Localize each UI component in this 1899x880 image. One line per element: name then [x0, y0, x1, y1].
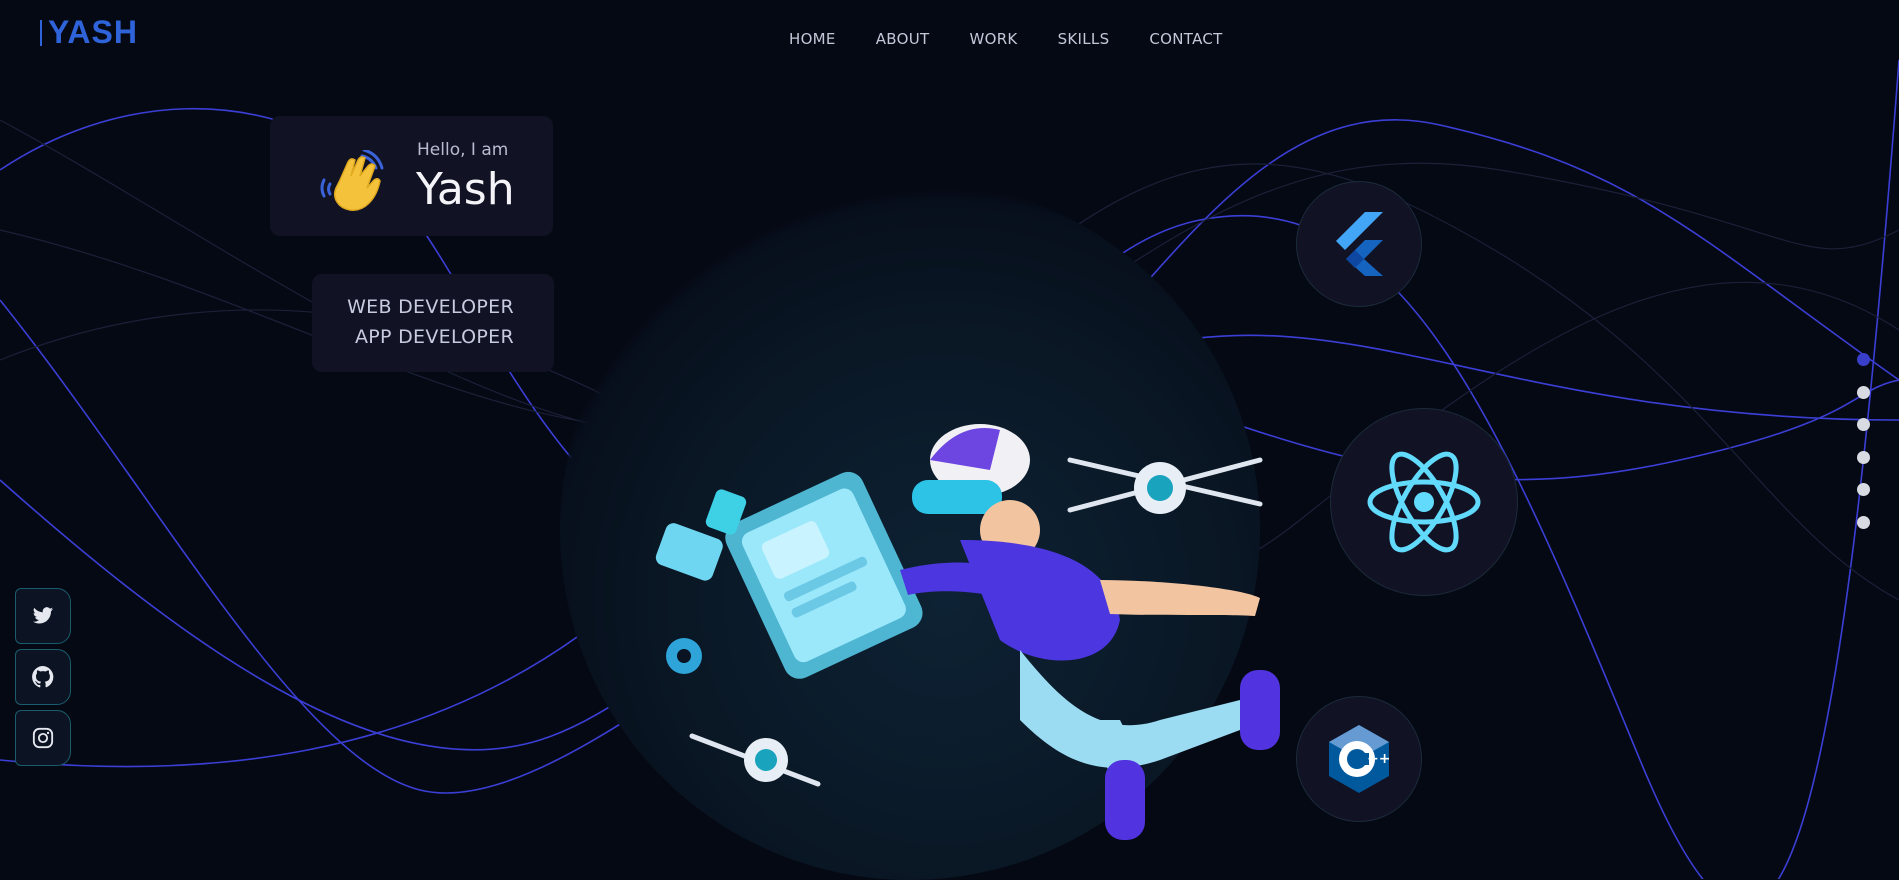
flutter-icon — [1336, 212, 1383, 276]
section-dot-5[interactable] — [1857, 483, 1870, 496]
drone-right — [1067, 457, 1263, 514]
flutter-skill-badge — [1296, 181, 1422, 307]
character — [900, 424, 1280, 840]
nav-skills[interactable]: SKILLS — [1058, 30, 1110, 48]
cpp-icon: ++ — [1329, 725, 1390, 793]
waving-hand-icon — [320, 150, 384, 211]
astronaut-developer-illustration — [655, 424, 1280, 840]
site-logo[interactable]: YASH — [40, 14, 138, 51]
github-link[interactable] — [15, 649, 71, 705]
section-dot-2[interactable] — [1857, 386, 1870, 399]
intro-card: Hello, I am Yash — [270, 116, 553, 236]
instagram-icon — [32, 727, 54, 749]
section-dot-4[interactable] — [1857, 451, 1870, 464]
role-app-developer: APP DEVELOPER — [354, 326, 514, 348]
roles-card: WEB DEVELOPER APP DEVELOPER — [312, 274, 554, 372]
instagram-link[interactable] — [15, 710, 71, 766]
github-icon — [32, 666, 54, 688]
greeting-text: Hello, I am — [417, 140, 509, 160]
react-icon — [1367, 451, 1481, 553]
hero-name: Yash — [416, 164, 515, 215]
section-dot-6[interactable] — [1857, 516, 1870, 529]
cpp-skill-badge: ++ — [1296, 696, 1422, 822]
svg-text:++: ++ — [1367, 751, 1390, 767]
nav-work[interactable]: WORK — [969, 30, 1017, 48]
floating-screen — [725, 471, 923, 679]
nav-home[interactable]: HOME — [789, 30, 836, 48]
section-dot-3[interactable] — [1857, 418, 1870, 431]
drone-left — [689, 733, 821, 787]
twitter-link[interactable] — [15, 588, 71, 644]
nav-contact[interactable]: CONTACT — [1149, 30, 1222, 48]
logo-text: YASH — [48, 14, 138, 50]
twitter-icon — [32, 607, 54, 624]
section-dot-1[interactable] — [1857, 353, 1870, 366]
nav-about[interactable]: ABOUT — [876, 30, 930, 48]
logo-cursor-bar — [40, 19, 42, 46]
role-web-developer: WEB DEVELOPER — [347, 296, 514, 318]
main-nav: HOME ABOUT WORK SKILLS CONTACT — [789, 30, 1223, 48]
react-skill-badge — [1330, 408, 1518, 596]
